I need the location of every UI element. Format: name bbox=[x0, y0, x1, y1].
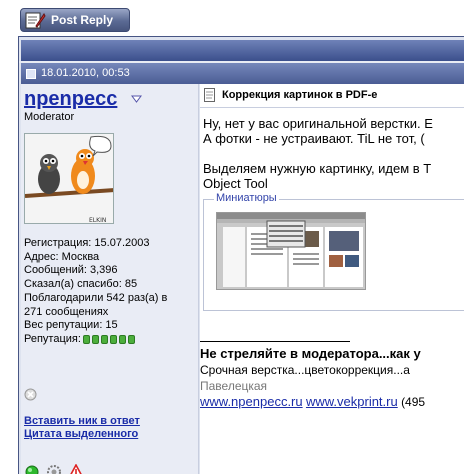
post-body: Ну, нет у вас оригинальной верстки. Е А … bbox=[203, 116, 464, 191]
reputation-row: Репутация: bbox=[24, 333, 199, 347]
reputation-pip bbox=[100, 335, 108, 345]
quote-links: Вставить ник в ответ Цитата выделенного bbox=[24, 415, 140, 441]
stat-thanked-posts: 271 сообщениях bbox=[24, 305, 109, 318]
post-content: Коррекция картинок в PDF-е Ну, нет у вас… bbox=[200, 84, 464, 474]
reputation-pip bbox=[127, 335, 135, 345]
quote-selection-link[interactable]: Цитата выделенного bbox=[24, 428, 140, 441]
signature-links: www.npenpecc.ru www.vekprint.ru (495 bbox=[200, 394, 464, 410]
attachment-thumbnail[interactable] bbox=[216, 212, 366, 290]
post-body-line: Выделяем нужную картинку, идем в Т bbox=[203, 161, 432, 176]
reputation-label: Репутация: bbox=[24, 332, 81, 345]
post-reply-label: Post Reply bbox=[51, 13, 114, 27]
username-link[interactable]: npenpecc bbox=[24, 88, 117, 111]
post-body-line: Ну, нет у вас оригинальной верстки. Е bbox=[203, 116, 433, 131]
stat-posts: Сообщений: 3,396 bbox=[24, 264, 118, 277]
signature-line3: Павелецкая bbox=[200, 379, 268, 393]
signature-link-vekprint[interactable]: www.vekprint.ru bbox=[306, 394, 398, 409]
avatar-birds-image: ELKIN bbox=[25, 134, 113, 224]
post-title-icon bbox=[204, 88, 215, 102]
post-date-bar: 18.01.2010, 00:53 bbox=[21, 63, 464, 84]
attachments-legend: Миниатюры bbox=[214, 192, 279, 204]
stat-address: Адрес: Москва bbox=[24, 250, 100, 263]
post-date: 18.01.2010, 00:53 bbox=[41, 67, 130, 79]
top-toolbar: Post Reply bbox=[0, 0, 464, 36]
user-role: Moderator bbox=[24, 111, 75, 123]
user-profile-icon[interactable] bbox=[46, 464, 62, 474]
reputation-pip bbox=[91, 335, 99, 345]
report-post-icon[interactable] bbox=[68, 463, 84, 474]
signature-link-npenpecc[interactable]: www.npenpecc.ru bbox=[200, 394, 303, 409]
thread-header-bar bbox=[21, 40, 464, 61]
thumbnail-screenshot-image bbox=[217, 213, 365, 289]
user-info-panel: npenpecc Moderator ELKIN Регистрация: 15… bbox=[21, 84, 199, 474]
reputation-pip bbox=[109, 335, 117, 345]
post-body-line: А фотки - не устраивают. TiL не тот, ( bbox=[203, 131, 425, 146]
user-stats: Регистрация: 15.07.2003 Адрес: Москва Со… bbox=[24, 237, 199, 347]
user-menu-caret-icon[interactable] bbox=[131, 95, 142, 103]
post-title: Коррекция картинок в PDF-е bbox=[222, 89, 378, 101]
post-icon bbox=[26, 69, 36, 79]
signature: Не стреляйте в модератора...как у Срочна… bbox=[200, 346, 464, 410]
reputation-pip bbox=[118, 335, 126, 345]
reputation-add-icon[interactable] bbox=[24, 388, 37, 401]
signature-phone-fragment: (495 bbox=[401, 395, 426, 409]
stat-thanks-given: Сказал(а) спасибо: 85 bbox=[24, 278, 138, 291]
avatar-caption: ELKIN bbox=[89, 217, 106, 224]
online-status-icon bbox=[24, 464, 40, 474]
stat-thanked-times: Поблагодарили 542 раз(а) в bbox=[24, 291, 168, 304]
post-reply-button[interactable]: Post Reply bbox=[20, 8, 130, 32]
attachments-fieldset: Миниатюры bbox=[203, 192, 464, 311]
user-avatar: ELKIN bbox=[24, 133, 114, 224]
post-body-line: Object Tool bbox=[203, 176, 268, 191]
signature-divider bbox=[200, 341, 350, 342]
stat-reputation-weight: Вес репутации: 15 bbox=[24, 319, 118, 332]
insert-nick-link[interactable]: Вставить ник в ответ bbox=[24, 415, 140, 428]
status-icons bbox=[24, 463, 84, 474]
post-title-row: Коррекция картинок в PDF-е bbox=[200, 84, 464, 108]
stat-registration: Регистрация: 15.07.2003 bbox=[24, 237, 150, 249]
post-reply-icon bbox=[25, 12, 46, 29]
post-body-line bbox=[203, 146, 464, 161]
reputation-pip bbox=[82, 335, 90, 345]
signature-line2: Срочная верстка...цветокоррекция...а bbox=[200, 363, 410, 377]
post-frame: 18.01.2010, 00:53 npenpecc Moderator ELK… bbox=[18, 36, 464, 474]
signature-line1: Не стреляйте в модератора...как у bbox=[200, 346, 421, 361]
